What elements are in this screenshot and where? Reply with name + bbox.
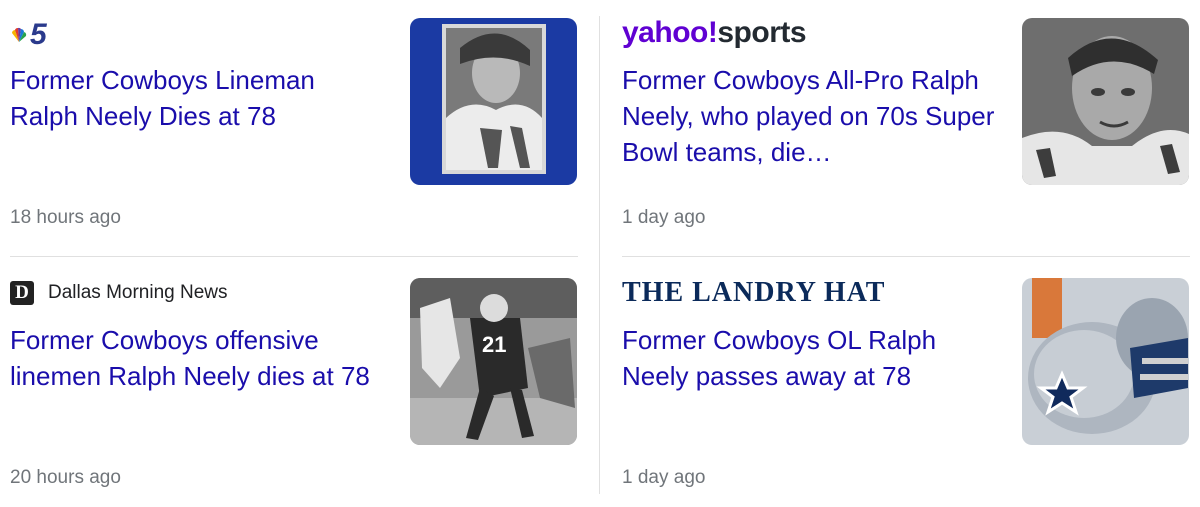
news-grid: 5 Former Cowboys Lineman Ralph Neely Die… <box>0 0 1200 507</box>
cowboys-helmet-icon[interactable] <box>1022 278 1189 445</box>
peacock-icon <box>12 27 27 42</box>
article-time: 18 hours ago <box>10 207 121 228</box>
landry-hat-logo: THE LANDRY HAT <box>622 277 886 308</box>
news-card[interactable]: D Dallas Morning News Former Cowboys off… <box>0 258 578 507</box>
football-game-icon[interactable]: 21 <box>410 278 577 445</box>
source-dallas-morning-news: D Dallas Morning News <box>10 276 228 310</box>
player-portrait-icon[interactable] <box>410 18 577 185</box>
source-yahoo-sports: yahoo!sports <box>622 16 807 50</box>
source-nbc5: 5 <box>10 18 47 52</box>
article-headline[interactable]: Former Cowboys All-Pro Ralph Neely, who … <box>622 62 1002 170</box>
dmn-logo-icon: D <box>10 281 34 305</box>
nbc-peacock-icon: 5 <box>10 18 47 52</box>
nbc5-mark: 5 <box>30 18 47 51</box>
player-closeup-icon[interactable] <box>1022 18 1189 185</box>
svg-text:21: 21 <box>482 332 506 357</box>
news-card[interactable]: THE LANDRY HAT Former Cowboys OL Ralph N… <box>612 258 1190 507</box>
article-headline[interactable]: Former Cowboys OL Ralph Neely passes awa… <box>622 322 1002 394</box>
article-time: 20 hours ago <box>10 467 121 488</box>
source-name: Dallas Morning News <box>48 282 228 303</box>
divider <box>622 256 1190 257</box>
divider <box>10 256 578 257</box>
article-headline[interactable]: Former Cowboys Lineman Ralph Neely Dies … <box>10 62 390 134</box>
column-divider <box>599 16 600 494</box>
source-the-landry-hat: THE LANDRY HAT <box>622 276 885 310</box>
article-time: 1 day ago <box>622 467 706 488</box>
news-card[interactable]: yahoo!sports Former Cowboys All-Pro Ralp… <box>612 0 1190 256</box>
yahoo-sports-logo: yahoo!sports <box>622 16 807 49</box>
news-card[interactable]: 5 Former Cowboys Lineman Ralph Neely Die… <box>0 0 578 256</box>
article-time: 1 day ago <box>622 207 706 228</box>
article-headline[interactable]: Former Cowboys offensive linemen Ralph N… <box>10 322 390 394</box>
